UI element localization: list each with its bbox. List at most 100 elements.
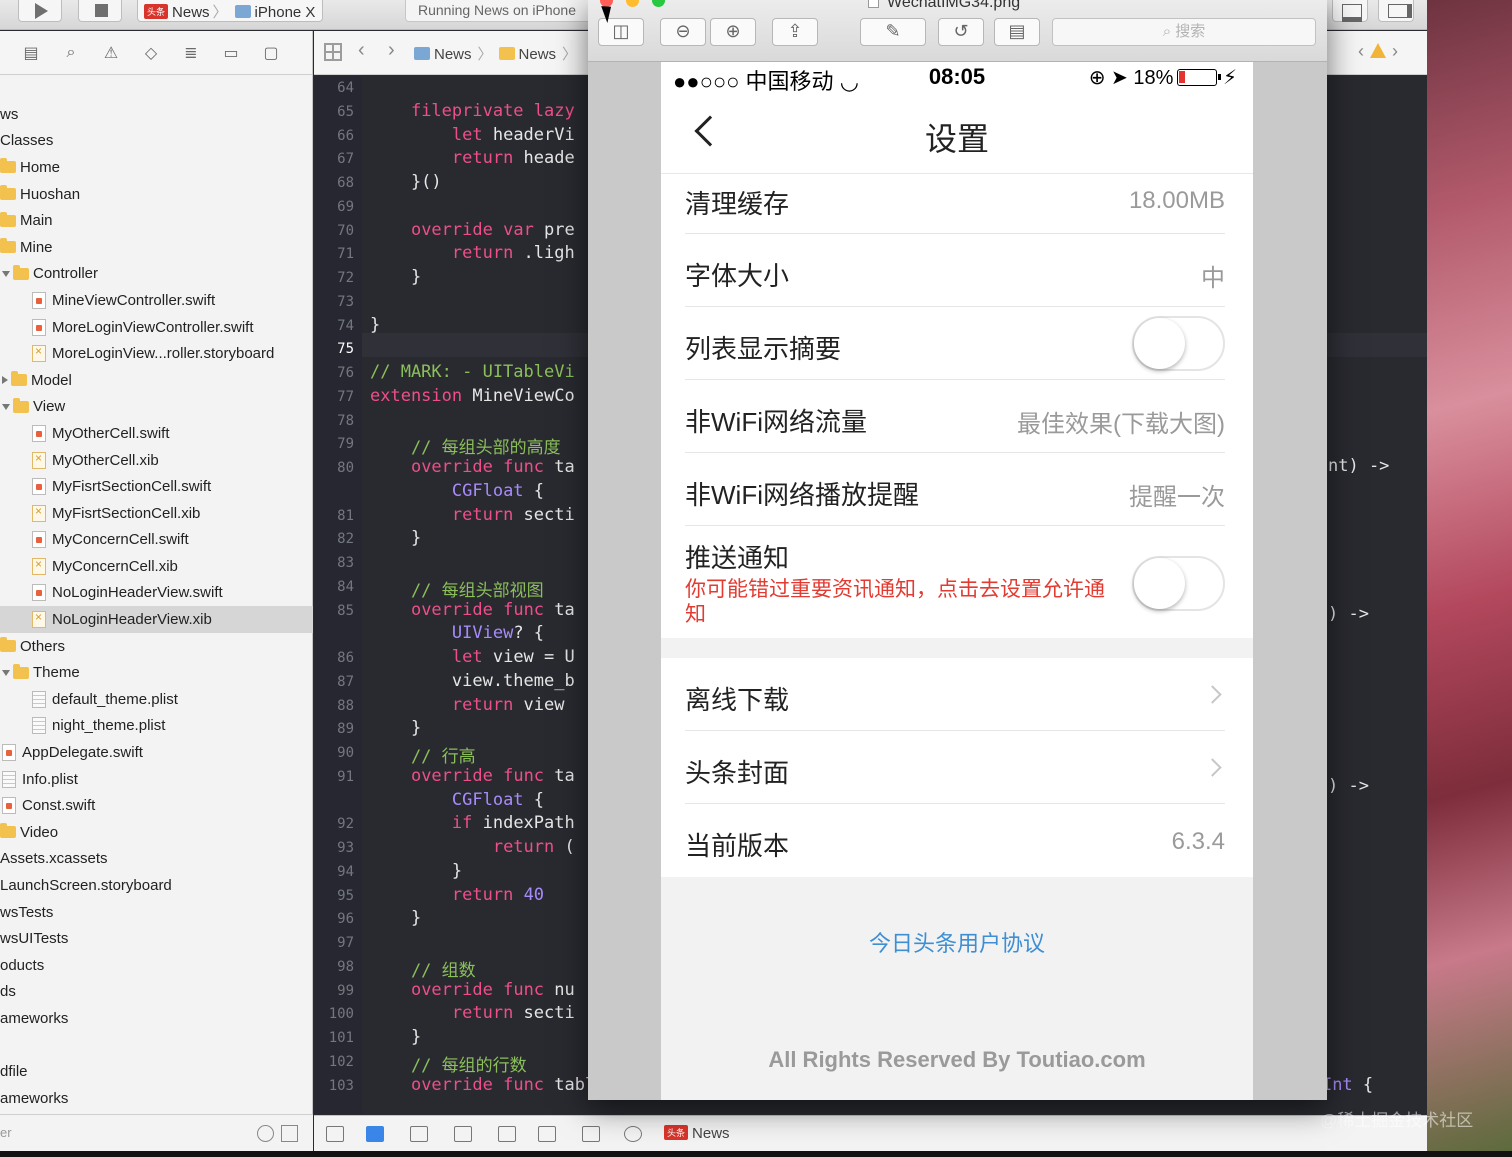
navigator-file-row[interactable]: wsUITests (0, 925, 313, 952)
navigator-file-row[interactable]: MyFisrtSectionCell.swift (0, 473, 313, 500)
scheme-selector[interactable]: 头条 News 〉 iPhone X (137, 0, 323, 22)
debug-navigator-icon[interactable]: ≣ (180, 43, 202, 63)
toolbox-button[interactable]: ▤ (994, 18, 1040, 46)
navigator-file-row[interactable]: ameworks (0, 1005, 313, 1032)
settings-row-cover[interactable]: 头条封面 (661, 731, 1253, 804)
settings-row-font-size[interactable]: 字体大小 中 (661, 234, 1253, 307)
navigator-file-row[interactable]: MineViewController.swift (0, 287, 313, 314)
push-hint-link[interactable]: 你可能错过重要资讯通知，点击去设置允许通知 (685, 577, 1115, 627)
run-button[interactable] (18, 0, 62, 22)
navigator-file-row[interactable]: Main (0, 207, 313, 234)
navigator-file-row[interactable]: Theme (0, 659, 313, 686)
file-label: Mine (20, 238, 53, 256)
navigator-file-row[interactable]: Model (0, 367, 313, 394)
breadcrumb-group[interactable]: News (519, 46, 557, 63)
navigator-filter-input[interactable]: er (0, 1125, 12, 1140)
breadcrumb-project[interactable]: News (434, 46, 472, 63)
navigator-file-row[interactable]: View (0, 394, 313, 421)
view-debugger-icon[interactable] (582, 1126, 600, 1142)
navigator-file-row[interactable]: Controller (0, 261, 313, 288)
summary-toggle[interactable] (1132, 316, 1225, 371)
debug-scheme[interactable]: 头条 News (664, 1125, 730, 1142)
forward-arrow-icon[interactable]: › (388, 39, 395, 62)
navigator-file-row[interactable]: Huoshan (0, 181, 313, 208)
navigator-file-row[interactable]: MyFisrtSectionCell.xib (0, 500, 313, 527)
step-out-icon[interactable] (538, 1126, 556, 1142)
navigator-file-row[interactable]: ws (0, 101, 313, 128)
zoom-out-button[interactable]: ⊖ (660, 18, 706, 46)
scm-filter-icon[interactable] (281, 1125, 298, 1142)
navigator-file-row[interactable]: dfile (0, 1058, 313, 1085)
navigator-file-row[interactable]: Video (0, 819, 313, 846)
phone-status-bar: ●●○○○ 中国移动 ◡ 08:05 ⊕ ➤ 18% ⚡ (661, 62, 1253, 96)
report-navigator-icon[interactable]: ▢ (260, 43, 282, 63)
settings-row-play-reminder[interactable]: 非WiFi网络播放提醒 提醒一次 (661, 453, 1253, 526)
settings-row-network-traffic[interactable]: 非WiFi网络流量 最佳效果(下载大图) (661, 380, 1253, 453)
navigator-file-row[interactable]: ameworks (0, 1085, 313, 1112)
test-navigator-icon[interactable]: ◇ (140, 43, 162, 63)
navigator-file-row[interactable]: default_theme.plist (0, 686, 313, 713)
warning-icon[interactable] (1370, 43, 1386, 58)
code-line: // 每组头部视图 (370, 580, 544, 601)
user-agreement-link[interactable]: 今日头条用户协议 (661, 926, 1253, 958)
navigator-file-row[interactable]: MyConcernCell.swift (0, 527, 313, 554)
push-toggle[interactable] (1132, 556, 1225, 611)
markup-button[interactable]: ✎ (860, 18, 926, 46)
debug-area-toggle[interactable] (1332, 0, 1368, 22)
memory-graph-icon[interactable] (624, 1126, 642, 1142)
window-title-text: WechatIMG34.png (887, 0, 1021, 11)
step-over-icon[interactable] (454, 1126, 472, 1142)
zoom-window-button[interactable] (652, 0, 665, 7)
navigator-file-row[interactable]: Home (0, 154, 313, 181)
navigator-file-row[interactable]: Classes (0, 128, 313, 155)
inspector-toggle[interactable] (1378, 0, 1414, 22)
share-button[interactable]: ⇪ (772, 18, 818, 46)
navigator-file-row[interactable]: LaunchScreen.storyboard (0, 872, 313, 899)
settings-row-clear-cache[interactable]: 清理缓存 18.00MB (661, 174, 1253, 234)
stop-button[interactable] (78, 0, 122, 22)
navigator-file-row[interactable]: MoreLoginViewController.swift (0, 314, 313, 341)
breakpoint-navigator-icon[interactable]: ▭ (220, 43, 242, 63)
navigator-file-row[interactable]: oducts (0, 952, 313, 979)
navigator-file-row[interactable]: MoreLoginView...roller.storyboard (0, 340, 313, 367)
rotate-button[interactable]: ↺ (938, 18, 984, 46)
zoom-in-button[interactable]: ⊕ (710, 18, 756, 46)
navigator-file-row[interactable]: NoLoginHeaderView.xib (0, 606, 313, 633)
next-issue-icon[interactable]: › (1392, 41, 1398, 61)
minimize-window-button[interactable] (626, 0, 639, 7)
step-in-icon[interactable] (498, 1126, 516, 1142)
navigator-file-row[interactable]: NoLoginHeaderView.swift (0, 580, 313, 607)
recent-files-icon[interactable] (257, 1125, 274, 1142)
find-navigator-icon[interactable]: ⌕ (60, 43, 82, 63)
navigator-file-row[interactable]: Mine (0, 234, 313, 261)
settings-row-offline-download[interactable]: 离线下载 (661, 658, 1253, 731)
navigator-file-row[interactable]: Info.plist (0, 766, 313, 793)
navigator-file-row[interactable]: ds (0, 979, 313, 1006)
navigator-file-row[interactable]: AppDelegate.swift (0, 739, 313, 766)
navigator-file-row[interactable]: MyOtherCell.xib (0, 447, 313, 474)
issue-navigator-icon[interactable]: ⚠ (100, 43, 122, 63)
project-navigator-icon[interactable]: ▤ (20, 43, 42, 63)
disclosure-triangle-icon[interactable] (2, 376, 8, 385)
disclosure-triangle-icon[interactable] (2, 403, 10, 410)
code-line: override func ta (410, 765, 575, 786)
previous-issue-icon[interactable]: ‹ (1358, 41, 1364, 61)
search-field[interactable]: ⌕ 搜索 (1052, 18, 1316, 46)
navigator-file-row[interactable]: MyConcernCell.xib (0, 553, 313, 580)
navigator-file-row[interactable]: Const.swift (0, 792, 313, 819)
navigator-file-row[interactable]: MyOtherCell.swift (0, 420, 313, 447)
hide-debug-area-icon[interactable] (326, 1126, 344, 1142)
navigator-file-row[interactable]: wsTests (0, 899, 313, 926)
navigator-file-row[interactable]: Assets.xcassets (0, 846, 313, 873)
row-label: 推送通知 (685, 543, 790, 573)
back-arrow-icon[interactable]: ‹ (358, 39, 365, 62)
disclosure-triangle-icon[interactable] (2, 270, 10, 277)
related-items-icon[interactable] (324, 43, 342, 61)
breakpoints-toggle-icon[interactable] (366, 1126, 384, 1142)
navigator-file-row[interactable]: Others (0, 633, 313, 660)
disclosure-triangle-icon[interactable] (2, 669, 10, 676)
sidebar-toggle-button[interactable]: ◫ (598, 18, 644, 46)
navigator-file-row[interactable]: night_theme.plist (0, 713, 313, 740)
pause-icon[interactable] (410, 1126, 428, 1142)
navigator-file-row[interactable] (0, 1032, 313, 1059)
